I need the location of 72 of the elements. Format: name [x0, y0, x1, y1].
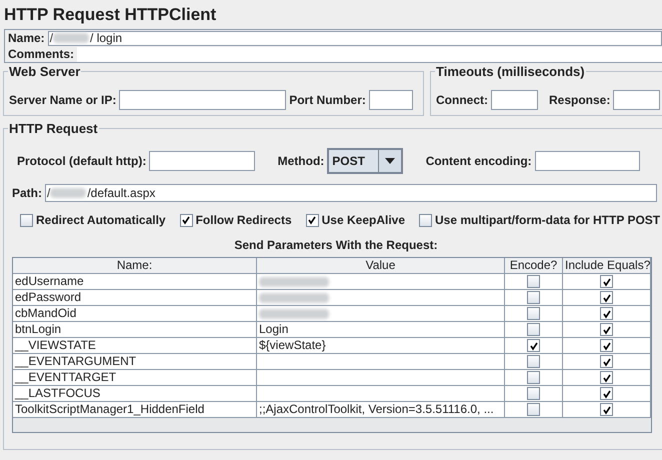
checkbox[interactable] — [306, 214, 319, 226]
table-cell: cbMandOid — [13, 306, 257, 322]
checkbox[interactable] — [600, 387, 613, 400]
checkbox-label: Redirect Automatically — [35, 213, 167, 227]
table-cell: __VIEWSTATE — [13, 338, 257, 354]
checkbox[interactable] — [600, 291, 613, 304]
table-cell: __EVENTARGUMENT — [13, 354, 257, 370]
checkbox[interactable] — [527, 307, 540, 320]
group-title: HTTP Request — [8, 121, 99, 136]
field-label: Comments: — [7, 47, 76, 61]
field-value: / — [46, 186, 50, 200]
field-label: Path: — [12, 186, 43, 200]
checkbox[interactable] — [600, 403, 613, 416]
checkbox[interactable] — [527, 339, 540, 352]
caret-icon — [378, 150, 401, 172]
table-title: Send Parameters With the Request: — [233, 238, 439, 254]
text-field[interactable]: / / login — [48, 30, 662, 46]
field-label: Method: — [276, 154, 326, 168]
checkbox[interactable] — [600, 275, 613, 288]
text-field[interactable]: / /default.aspx — [45, 184, 657, 202]
text-field[interactable] — [534, 151, 640, 171]
checkbox[interactable] — [527, 403, 540, 416]
checkbox[interactable] — [180, 214, 193, 226]
checkbox[interactable] — [527, 387, 540, 400]
column-header: Name: — [13, 258, 257, 274]
field-label: Connect: — [435, 93, 489, 107]
checkbox[interactable] — [600, 371, 613, 384]
field-label: Server Name or IP: — [8, 93, 118, 107]
text-field[interactable] — [491, 90, 538, 110]
text-field[interactable] — [149, 151, 255, 171]
group-title: Web Server — [8, 64, 82, 79]
text-field[interactable] — [77, 46, 662, 62]
checkbox[interactable] — [20, 214, 33, 226]
field-value: / — [48, 31, 54, 45]
checkbox[interactable] — [527, 323, 540, 336]
checkbox[interactable] — [419, 214, 432, 226]
checkbox[interactable] — [600, 307, 613, 320]
field-value: /default.aspx — [86, 186, 156, 200]
text-field[interactable] — [613, 90, 660, 110]
field-label: Protocol (default http): — [16, 154, 148, 168]
checkbox-label: Use KeepAlive — [320, 213, 406, 227]
checkbox[interactable] — [600, 323, 613, 336]
field-label: Port Number: — [288, 93, 367, 107]
table-cell: edUsername — [13, 274, 257, 290]
checkbox-label: Follow Redirects — [194, 213, 293, 227]
field-label: Name: — [7, 31, 46, 45]
checkbox[interactable] — [600, 355, 613, 368]
column-header: Encode? — [505, 258, 563, 274]
panel-title: HTTP Request HTTPClient — [3, 4, 218, 26]
text-field[interactable] — [119, 90, 286, 110]
checkbox[interactable] — [527, 371, 540, 384]
checkbox[interactable] — [527, 355, 540, 368]
checkbox[interactable] — [527, 275, 540, 288]
table-cell: Login — [257, 322, 505, 338]
field-label: Content encoding: — [424, 154, 533, 168]
table-cell: btnLogin — [13, 322, 257, 338]
text-field[interactable] — [368, 90, 413, 110]
table-cell: __LASTFOCUS — [13, 386, 257, 402]
table-cell: ToolkitScriptManager1_HiddenField — [13, 402, 257, 418]
field-value: / login — [89, 31, 122, 45]
table-cell: ${viewState} — [257, 338, 505, 354]
method-dropdown[interactable]: POST — [327, 148, 403, 174]
table-cell: __EVENTTARGET — [13, 370, 257, 386]
checkbox-label: Use multipart/form-data for HTTP POST — [434, 213, 662, 227]
checkbox[interactable] — [527, 291, 540, 304]
field-label: Response: — [548, 93, 612, 107]
column-header: Value — [257, 258, 505, 274]
checkbox[interactable] — [600, 339, 613, 352]
table-cell: edPassword — [13, 290, 257, 306]
column-header: Include Equals? — [563, 258, 651, 274]
table-cell: ;;AjaxControlToolkit, Version=3.5.51116.0, ... — [257, 402, 505, 418]
group-title: Timeouts (milliseconds) — [435, 64, 586, 79]
